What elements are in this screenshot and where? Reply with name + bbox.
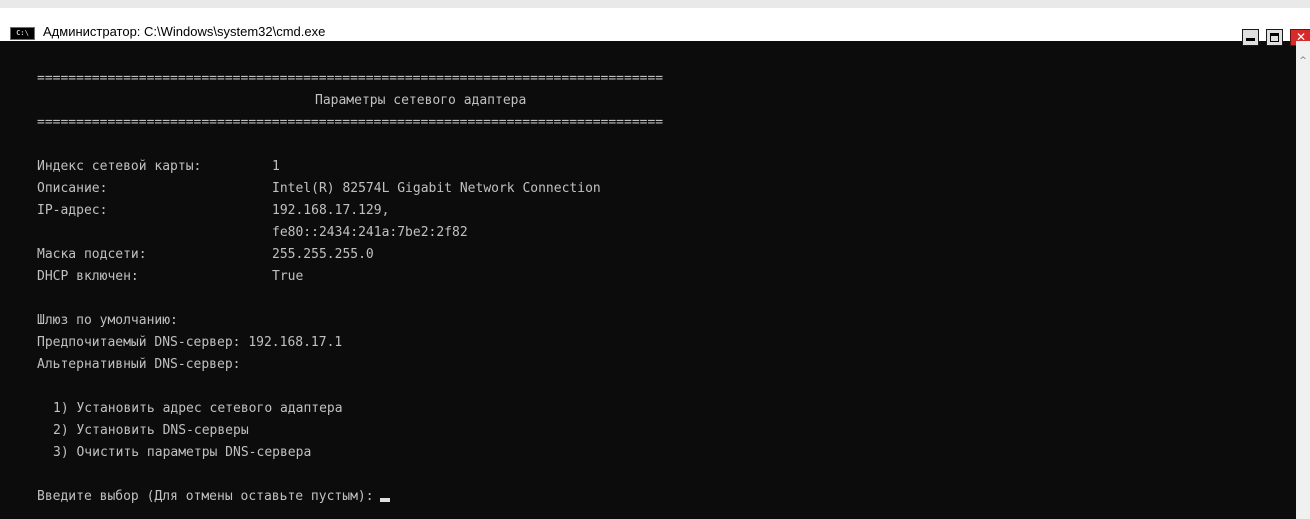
vertical-scrollbar[interactable]: ^ bbox=[1296, 41, 1310, 519]
input-prompt: Введите выбор (Для отмены оставьте пусты… bbox=[37, 489, 374, 504]
window-title: Администратор: C:\Windows\system32\cmd.e… bbox=[43, 24, 326, 39]
subnet-mask-value: 255.255.255.0 bbox=[272, 247, 374, 262]
separator-line: ========================================… bbox=[37, 71, 664, 86]
description-label: Описание: bbox=[37, 181, 108, 196]
cmd-window: C:\ Администратор: C:\Windows\system32\c… bbox=[0, 0, 1310, 519]
adapter-index-label: Индекс сетевой карты: bbox=[37, 159, 202, 174]
ip-address-label: IP-адрес: bbox=[37, 203, 108, 218]
preferred-dns-line: Предпочитаемый DNS-сервер: 192.168.17.1 bbox=[37, 335, 343, 350]
description-value: Intel(R) 82574L Gigabit Network Connecti… bbox=[272, 181, 601, 196]
menu-option: 1) Установить адрес сетевого адаптера bbox=[53, 401, 343, 416]
dhcp-value: True bbox=[272, 269, 304, 284]
adapter-index-value: 1 bbox=[272, 159, 280, 174]
minimize-icon bbox=[1246, 38, 1255, 41]
subnet-mask-label: Маска подсети: bbox=[37, 247, 147, 262]
menu-option: 3) Очистить параметры DNS-сервера bbox=[53, 445, 312, 460]
separator-line: ========================================… bbox=[37, 115, 664, 130]
alternate-dns-line: Альтернативный DNS-сервер: bbox=[37, 357, 241, 372]
text-cursor bbox=[379, 498, 390, 502]
dhcp-label: DHCP включен: bbox=[37, 269, 139, 284]
scroll-up-arrow-icon[interactable]: ^ bbox=[1296, 55, 1310, 67]
cmd-app-icon[interactable]: C:\ bbox=[10, 27, 35, 40]
ipv6-address-value: fe80::2434:241a:7be2:2f82 bbox=[272, 225, 468, 240]
ip-address-value: 192.168.17.129, bbox=[272, 203, 390, 218]
maximize-button[interactable] bbox=[1266, 29, 1283, 46]
section-heading: Параметры сетевого адаптера bbox=[315, 93, 527, 108]
gateway-line: Шлюз по умолчанию: bbox=[37, 313, 178, 328]
title-bar[interactable]: C:\ Администратор: C:\Windows\system32\c… bbox=[0, 0, 1310, 46]
menu-option: 2) Установить DNS-серверы bbox=[53, 423, 249, 438]
input-prompt-line[interactable]: Введите выбор (Для отмены оставьте пусты… bbox=[37, 486, 390, 508]
minimize-button[interactable] bbox=[1242, 29, 1259, 46]
maximize-icon bbox=[1270, 33, 1279, 42]
